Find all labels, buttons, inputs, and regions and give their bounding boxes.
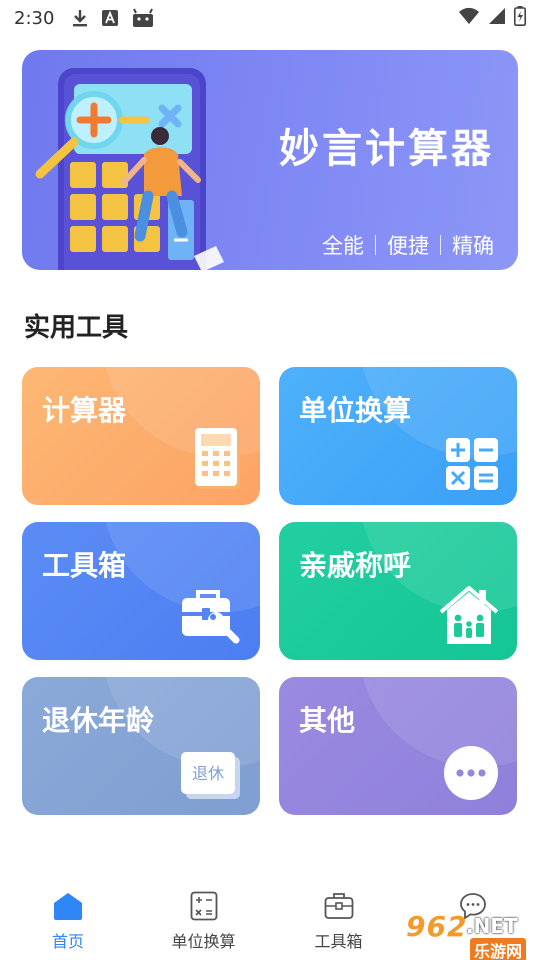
tool-card-label: 其他	[299, 704, 356, 737]
a-icon	[102, 10, 119, 26]
status-bar: 2:30	[0, 0, 540, 36]
divider	[375, 235, 376, 255]
tool-card-relative-titles[interactable]: 亲戚称呼	[279, 522, 517, 660]
toolbox-icon	[182, 590, 240, 644]
watermark-number: 962	[406, 910, 468, 943]
battery-icon	[514, 5, 526, 31]
tool-card-toolbox[interactable]: 工具箱	[22, 522, 260, 660]
retire-card-text: 退休	[192, 764, 224, 783]
signal-icon	[488, 7, 506, 30]
divider	[440, 235, 441, 255]
tool-card-unit-conversion[interactable]: 单位换算	[279, 367, 517, 505]
status-time: 2:30	[14, 7, 55, 29]
nav-label: 工具箱	[314, 932, 363, 951]
tool-card-label: 退休年龄	[42, 704, 155, 737]
nav-item-unit-conversion[interactable]: 单位换算	[136, 880, 271, 960]
tool-card-other[interactable]: 其他	[279, 677, 517, 815]
calculator-illustration-icon	[35, 68, 224, 270]
tool-card-label: 工具箱	[42, 549, 127, 582]
banner-feature: 精确	[452, 234, 494, 258]
nav-item-home[interactable]: 首页	[0, 880, 136, 960]
toolbox-outline-icon	[324, 890, 354, 922]
app-banner[interactable]: 妙言计算器 全能 便捷 精确	[22, 50, 518, 270]
tool-card-label: 亲戚称呼	[299, 549, 412, 582]
banner-title: 妙言计算器	[279, 126, 494, 172]
calculator-icon	[195, 428, 240, 489]
section-title: 实用工具	[24, 313, 129, 343]
tool-card-calculator[interactable]: 计算器	[22, 367, 260, 505]
tool-card-retirement-age[interactable]: 退休年龄 退休	[22, 677, 260, 815]
watermark-site: 乐游网	[470, 938, 527, 960]
banner-features: 全能 便捷 精确	[322, 230, 494, 260]
download-icon	[72, 9, 88, 27]
calculator-outline-icon	[190, 890, 218, 922]
site-watermark: 962 .NET 乐游网	[400, 908, 540, 960]
home-icon	[53, 890, 83, 922]
family-house-icon	[439, 586, 499, 644]
watermark-suffix: .NET	[466, 914, 518, 938]
banner-feature: 全能	[322, 234, 364, 258]
nav-item-toolbox[interactable]: 工具箱	[271, 880, 406, 960]
wifi-icon	[458, 7, 480, 30]
math-operators-icon	[446, 438, 498, 490]
banner-feature: 便捷	[387, 234, 429, 258]
retire-cards-icon: 退休	[181, 752, 240, 799]
tool-card-label: 单位换算	[299, 394, 412, 427]
nav-label: 首页	[51, 932, 84, 951]
android-icon	[132, 8, 154, 28]
tool-card-label: 计算器	[42, 394, 127, 427]
nav-label: 单位换算	[171, 932, 236, 951]
more-icon	[444, 746, 498, 800]
